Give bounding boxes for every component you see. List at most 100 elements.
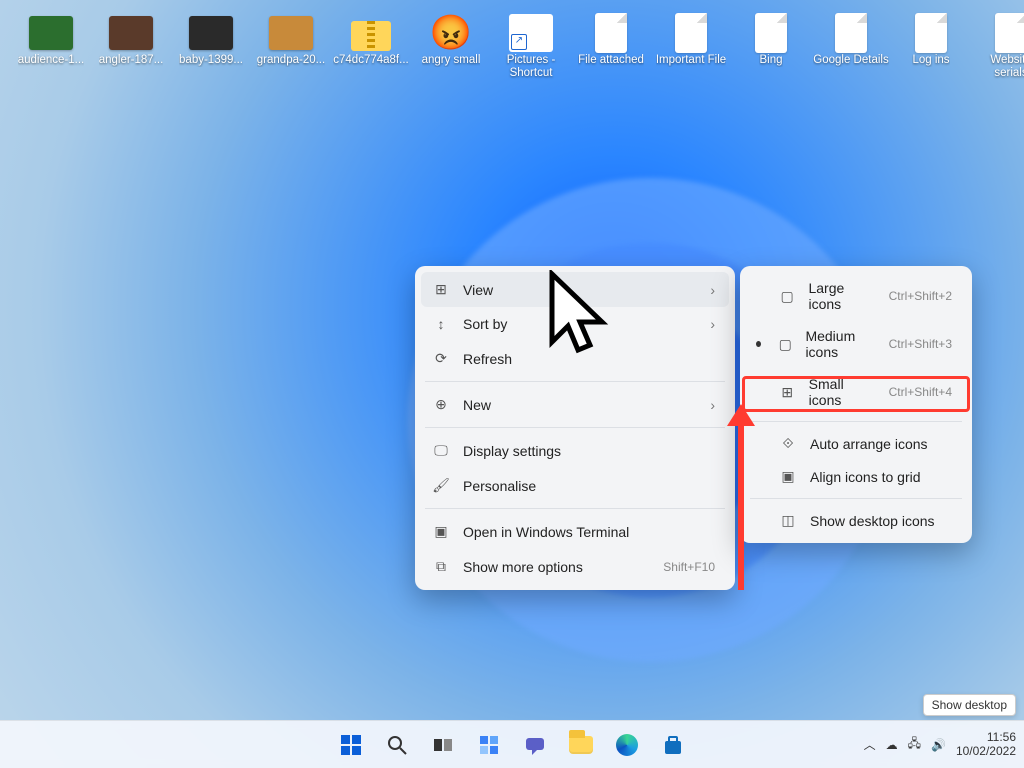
menu-item[interactable]: ▣ Open in Windows Terminal [421,514,729,549]
file-icon [748,12,794,54]
menu-item-icon: ⟐ [778,435,798,452]
desktop-icon[interactable]: c74dc774a8f... [332,12,410,100]
menu-item[interactable]: 🖵Display settings [421,433,729,468]
edge-button[interactable] [607,725,647,765]
menu-separator [750,498,962,499]
menu-item-icon: ↕ [431,316,451,332]
menu-item[interactable]: ⟐ Auto arrange icons [746,427,966,460]
menu-item-label: Small icons [809,376,877,408]
taskbar: ︿ ☁ 🖧 🔊 11:56 10/02/2022 [0,720,1024,768]
desktop-icon[interactable]: Log ins [892,12,970,100]
taskview-button[interactable] [423,725,463,765]
desktop-icon[interactable]: File attached [572,12,650,100]
file-explorer-button[interactable] [561,725,601,765]
emoji-icon: 😡 [428,12,474,54]
menu-item-label: Show more options [463,559,583,575]
desktop-icon[interactable]: Website serials [972,12,1024,100]
desktop-icon-label: Pictures - Shortcut [493,54,569,80]
menu-item-icon: ▣ [778,468,798,485]
file-icon [668,12,714,54]
menu-item-label: Auto arrange icons [810,436,928,452]
img-icon [108,12,154,54]
menu-item-icon: ⊞ [778,384,797,401]
submenu-arrow-icon: › [710,397,715,413]
desktop-icon-label: grandpa-20... [257,54,325,67]
annotation-arrow-stem [738,420,744,590]
img-icon [268,12,314,54]
desktop-icon[interactable]: angler-187... [92,12,170,100]
menu-item-icon: ▢ [777,336,793,353]
menu-item[interactable]: ▢ Large icons Ctrl+Shift+2 [746,272,966,320]
widgets-button[interactable] [469,725,509,765]
menu-item-shortcut: Ctrl+Shift+3 [889,337,952,351]
taskbar-center [331,725,693,765]
menu-separator [425,381,725,382]
menu-item-label: Sort by [463,316,507,332]
store-button[interactable] [653,725,693,765]
menu-item-label: Medium icons [805,328,876,360]
start-button[interactable] [331,725,371,765]
menu-item-label: Personalise [463,478,536,494]
desktop-icon-label: c74dc774a8f... [333,54,408,67]
menu-item-icon: ⊞ [431,281,451,298]
clock-date: 10/02/2022 [956,745,1016,759]
desktop-icon[interactable]: Pictures - Shortcut [492,12,570,100]
desktop-icon[interactable]: Important File [652,12,730,100]
menu-item[interactable]: ⊕ New › [421,387,729,422]
menu-item[interactable]: ◫ Show desktop icons [746,504,966,537]
menu-item-label: New [463,397,491,413]
menu-item[interactable]: 🖌 Personalise [421,468,729,503]
desktop-icon-label: Google Details [813,54,888,67]
menu-item-shortcut: Ctrl+Shift+4 [889,385,952,399]
desktop-icon[interactable]: Google Details [812,12,890,100]
menu-item-label: Large icons [808,280,876,312]
menu-item-shortcut: Shift+F10 [663,560,715,574]
menu-item[interactable]: ⊞ Small icons Ctrl+Shift+4 [746,368,966,416]
menu-item-icon: ▢ [778,288,797,305]
menu-item-icon: 🖵 [431,442,451,459]
cursor-pointer [548,270,618,362]
zip-icon [348,12,394,54]
desktop-icon[interactable]: baby-1399... [172,12,250,100]
menu-item-icon: ◫ [778,512,798,529]
network-icon[interactable]: 🖧 [908,734,921,755]
search-button[interactable] [377,725,417,765]
desktop-icon-label: Bing [759,54,782,67]
radio-bullet [756,341,761,347]
menu-item-label: Show desktop icons [810,513,935,529]
menu-item-shortcut: Ctrl+Shift+2 [889,289,952,303]
system-tray[interactable]: ︿ ☁ 🖧 🔊 11:56 10/02/2022 [864,731,1016,759]
tray-overflow-icon[interactable]: ︿ [864,736,876,753]
desktop-icon-label: Log ins [912,54,949,67]
chat-button[interactable] [515,725,555,765]
desktop-icon-label: Important File [656,54,726,67]
clock-time: 11:56 [987,731,1016,745]
menu-item[interactable]: ▣ Align icons to grid [746,460,966,493]
desktop-icon-label: Website serials [973,54,1024,80]
menu-item-icon: ▣ [431,523,451,540]
volume-icon[interactable]: 🔊 [931,738,946,752]
desktop-icon[interactable]: grandpa-20... [252,12,330,100]
menu-item-icon: 🖌 [431,477,451,494]
menu-item-label: Open in Windows Terminal [463,524,629,540]
desktop-icon[interactable]: 😡angry small [412,12,490,100]
menu-separator [425,508,725,509]
desktop-icon-label: angry small [422,54,481,67]
menu-item-label: Align icons to grid [810,469,921,485]
show-desktop-tooltip: Show desktop [923,694,1016,716]
desktop-icon[interactable]: Bing [732,12,810,100]
menu-item-icon: ⟳ [431,350,451,367]
clock[interactable]: 11:56 10/02/2022 [956,731,1016,759]
desktop-icon-label: audience-1... [18,54,85,67]
menu-item[interactable]: ⧉ Show more options Shift+F10 [421,549,729,584]
menu-item-icon: ⊕ [431,396,451,413]
onedrive-icon[interactable]: ☁ [886,738,898,752]
menu-item-icon: ⧉ [431,558,451,575]
menu-item-label: Refresh [463,351,512,367]
menu-item[interactable]: ▢ Medium icons Ctrl+Shift+3 [746,320,966,368]
file-icon [908,12,954,54]
desktop-icon[interactable]: audience-1... [12,12,90,100]
file-icon [988,12,1024,54]
file-icon [588,12,634,54]
desktop-icon-label: File attached [578,54,644,67]
